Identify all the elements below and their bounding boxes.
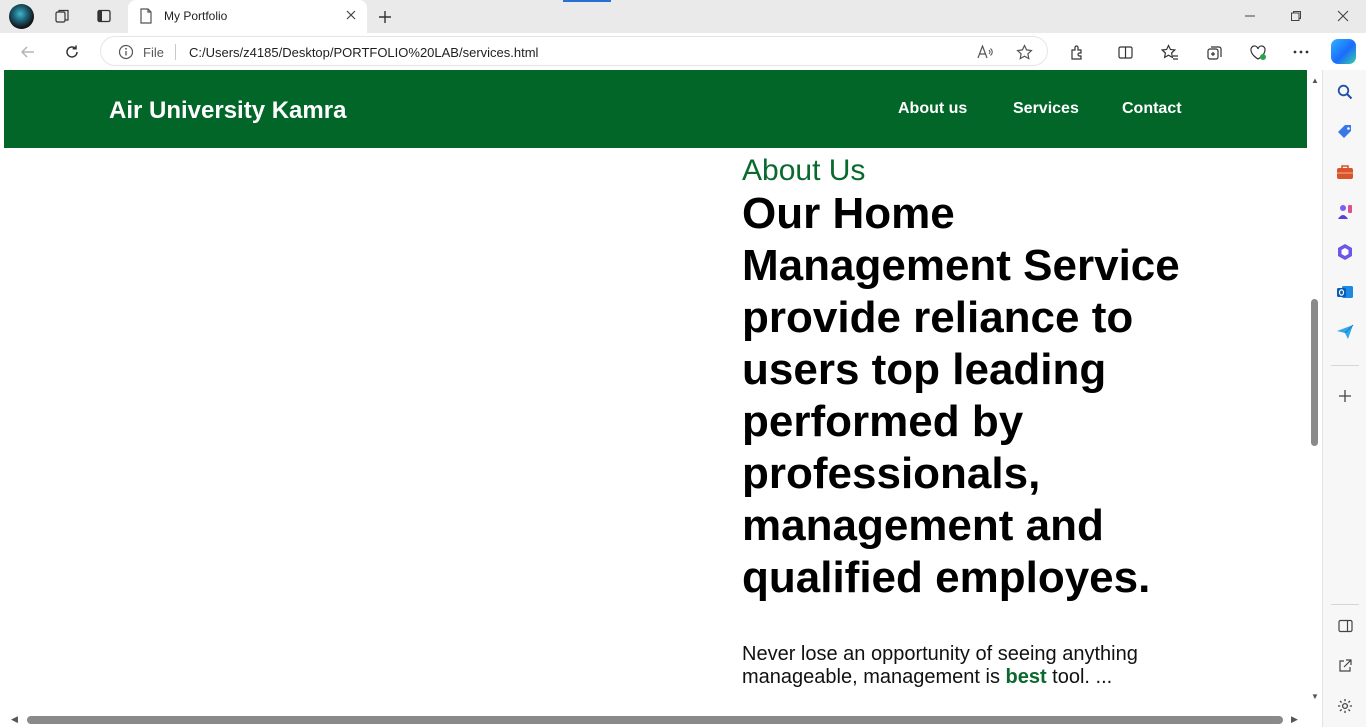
search-icon[interactable] [1335,82,1355,102]
drop-send-icon[interactable] [1335,322,1355,342]
scroll-right-arrow[interactable]: ▶ [1291,714,1298,725]
active-tab[interactable]: My Portfolio [128,0,367,33]
favorites-icon[interactable] [1159,41,1181,63]
scroll-up-arrow[interactable]: ▲ [1311,76,1319,85]
hero-heading: Our Home Management Service provide reli… [742,189,1180,602]
nav-link-contact[interactable]: Contact [1122,100,1182,118]
nav-link-services[interactable]: Services [1013,100,1079,118]
page-icon [139,8,153,29]
title-bar: My Portfolio [0,0,1366,33]
profile-avatar[interactable] [9,4,34,29]
address-bar[interactable]: File C:/Users/z4185/Desktop/PORTFOLIO%20… [100,36,1048,66]
page-viewport: Air University Kamra About us Services C… [4,70,1322,727]
horizontal-scrollbar[interactable]: ◀ ▶ [4,712,1307,727]
site-info-icon[interactable] [118,44,134,65]
vertical-scroll-thumb[interactable] [1311,299,1318,446]
settings-gear-icon[interactable] [1335,696,1355,716]
intro-paragraph: Never lose an opportunity of seeing anyt… [742,643,1162,689]
site-brand[interactable]: Air University Kamra [109,97,346,125]
nav-link-about[interactable]: About us [898,100,967,118]
extensions-icon[interactable] [1066,41,1088,63]
edge-sidebar [1322,70,1366,727]
split-screen-icon[interactable] [1114,41,1136,63]
more-menu-icon[interactable] [1290,41,1312,63]
refresh-button[interactable] [61,41,83,63]
tools-briefcase-icon[interactable] [1335,162,1355,182]
minimize-icon[interactable] [1240,7,1260,25]
horizontal-scroll-thumb[interactable] [27,716,1283,724]
paragraph-text-end: tool. ... [1046,666,1113,688]
workspaces-icon[interactable] [53,7,71,25]
sidebar-divider [1331,365,1359,366]
sidebar-divider-bottom [1331,604,1359,605]
shopping-tag-icon[interactable] [1335,122,1355,142]
tab-accent-bar [563,0,611,2]
browser-toolbar: File C:/Users/z4185/Desktop/PORTFOLIO%20… [0,33,1366,70]
url-text[interactable]: C:/Users/z4185/Desktop/PORTFOLIO%20LAB/s… [189,45,538,60]
browser-essentials-icon[interactable] [1247,41,1269,63]
read-aloud-icon[interactable] [976,43,994,61]
vertical-scrollbar[interactable]: ▲ ▼ [1307,70,1322,712]
back-button[interactable] [17,41,39,63]
hide-sidebar-icon[interactable] [1335,616,1355,636]
scroll-left-arrow[interactable]: ◀ [11,714,18,725]
close-tab-icon[interactable] [343,7,359,23]
add-sidebar-app-icon[interactable] [1335,386,1355,406]
collections-icon[interactable] [1203,41,1225,63]
tab-title: My Portfolio [164,9,228,23]
games-icon[interactable] [1335,202,1355,222]
site-header: Air University Kamra About us Services C… [4,70,1307,148]
new-tab-button[interactable] [374,6,396,28]
paragraph-highlight: best [1005,666,1047,688]
address-divider [175,44,176,60]
copilot-icon[interactable] [1331,39,1356,64]
favorite-star-icon[interactable] [1015,43,1033,61]
open-external-icon[interactable] [1335,656,1355,676]
close-window-icon[interactable] [1333,7,1353,25]
tab-actions-icon[interactable] [95,7,113,25]
restore-icon[interactable] [1286,7,1306,25]
scroll-down-arrow[interactable]: ▼ [1311,692,1319,701]
section-kicker: About Us [742,154,866,187]
scheme-label: File [143,45,164,60]
microsoft-365-icon[interactable] [1335,242,1355,262]
outlook-icon[interactable] [1335,282,1355,302]
